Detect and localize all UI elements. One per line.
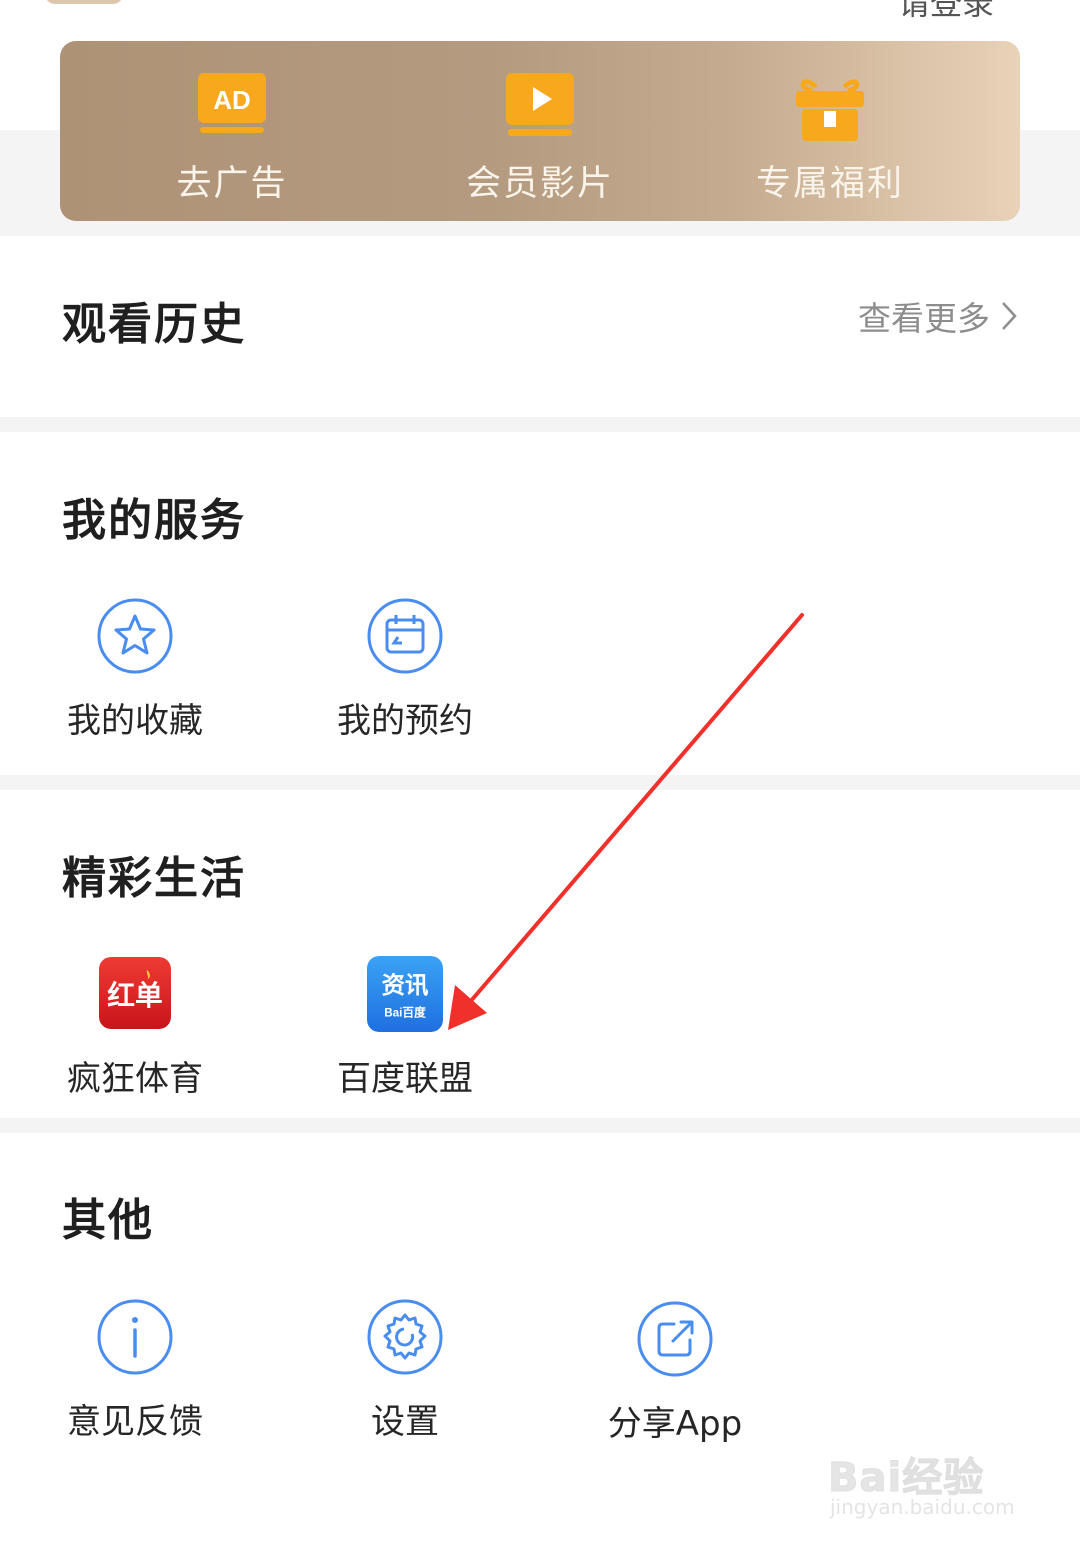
watermark-url-text: jingyan.baidu.com xyxy=(830,1495,1015,1519)
baidu-jingyan-watermark: Bai经验 jingyan.baidu.com xyxy=(827,1435,1028,1530)
annotation-arrow xyxy=(448,613,804,1030)
